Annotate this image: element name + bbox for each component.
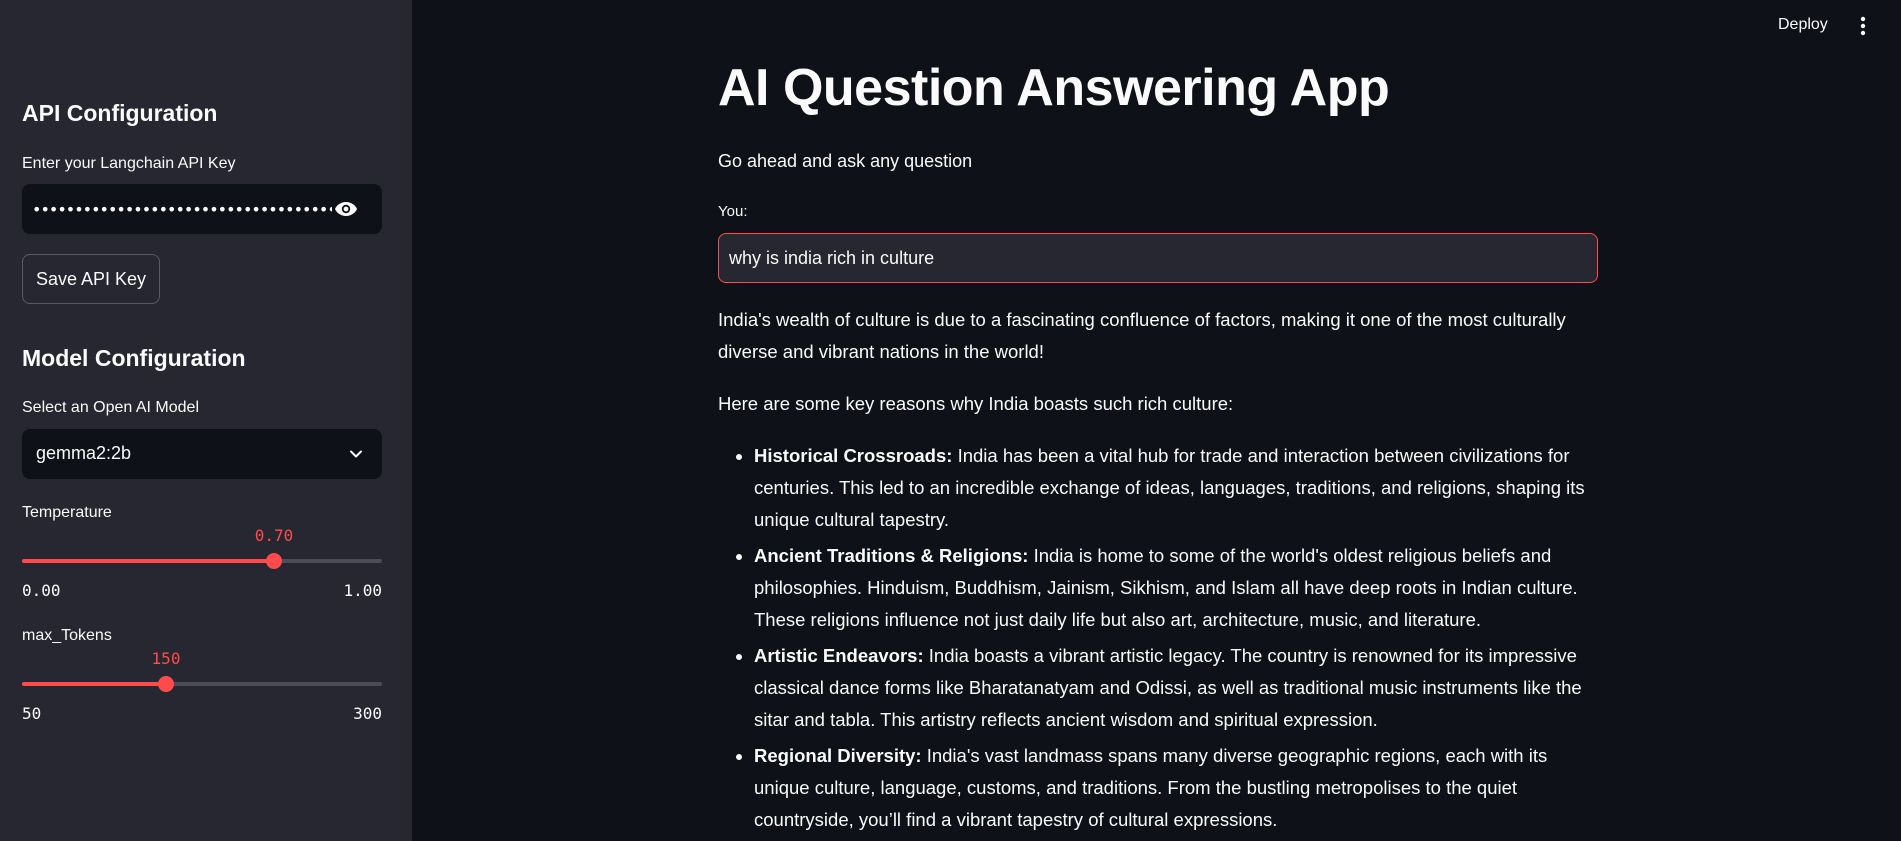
model-select-label: Select an Open AI Model: [22, 399, 199, 416]
answer-lead: Here are some key reasons why India boas…: [718, 393, 1234, 414]
point-title: Artistic Endeavors:: [754, 645, 924, 666]
api-key-field[interactable]: [22, 184, 382, 234]
question-input-label: You:: [718, 203, 748, 220]
model-select[interactable]: gemma2:2b: [22, 429, 382, 479]
slider-thumb[interactable]: [158, 676, 174, 692]
slider-min: 0.00: [22, 581, 61, 600]
eye-icon[interactable]: [334, 201, 358, 217]
list-item: Regional Diversity: India's vast landmas…: [754, 740, 1598, 836]
point-title: Ancient Traditions & Religions:: [754, 545, 1029, 566]
save-api-key-button[interactable]: Save API Key: [22, 254, 160, 304]
page-title: AI Question Answering App: [718, 59, 1390, 117]
chevron-down-icon: [350, 450, 362, 458]
max-tokens-slider[interactable]: 150 50 300: [22, 639, 382, 729]
temperature-slider[interactable]: 0.70 0.00 1.00: [22, 516, 382, 606]
vertical-dots-icon[interactable]: [1860, 16, 1866, 36]
point-title: Regional Diversity:: [754, 745, 922, 766]
model-config-heading: Model Configuration: [22, 345, 246, 371]
list-item: Artistic Endeavors: India boasts a vibra…: [754, 640, 1598, 736]
sidebar: API Configuration Enter your Langchain A…: [0, 0, 412, 841]
api-config-heading: API Configuration: [22, 100, 218, 126]
point-title: Historical Crossroads:: [754, 445, 953, 466]
slider-fill: [22, 559, 274, 563]
page-subtitle: Go ahead and ask any question: [718, 151, 973, 171]
slider-max: 300: [353, 704, 382, 723]
slider-fill: [22, 682, 166, 686]
model-select-value: gemma2:2b: [36, 443, 132, 463]
slider-min: 50: [22, 704, 42, 723]
slider-thumb[interactable]: [266, 553, 282, 569]
answer-list: Historical Crossroads: India has been a …: [718, 440, 1598, 836]
list-item: Ancient Traditions & Religions: India is…: [754, 540, 1598, 636]
question-input[interactable]: [718, 233, 1598, 283]
deploy-button[interactable]: Deploy: [1778, 16, 1828, 34]
app-root: API Configuration Enter your Langchain A…: [0, 0, 1901, 841]
api-key-label: Enter your Langchain API Key: [22, 155, 236, 172]
answer-intro: India's wealth of culture is due to a fa…: [718, 309, 1566, 362]
slider-value: 0.70: [254, 526, 294, 545]
slider-max: 1.00: [343, 581, 382, 600]
answer-output: India's wealth of culture is due to a fa…: [718, 304, 1598, 840]
list-item: Historical Crossroads: India has been a …: [754, 440, 1598, 536]
api-key-input[interactable]: [32, 184, 332, 234]
slider-value: 150: [151, 649, 181, 668]
